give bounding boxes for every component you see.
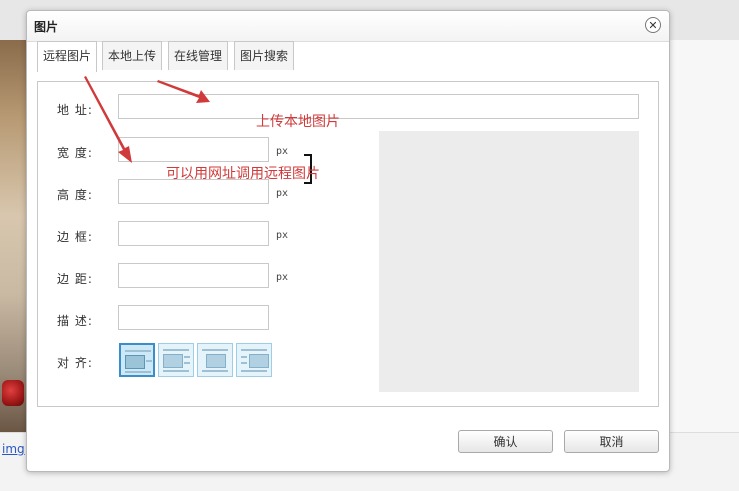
address-input[interactable] xyxy=(118,94,639,119)
tab-remote-image[interactable]: 远程图片 xyxy=(37,41,98,72)
tab-image-search[interactable]: 图片搜索 xyxy=(234,41,295,70)
dialog-title: 图片 xyxy=(34,20,59,34)
width-input[interactable] xyxy=(118,137,269,162)
border-unit: px xyxy=(276,230,289,241)
height-label: 高 度: xyxy=(57,188,93,202)
image-preview xyxy=(379,131,639,392)
tab-local-upload[interactable]: 本地上传 xyxy=(102,41,163,70)
cancel-button[interactable]: 取消 xyxy=(564,430,659,453)
background-img-link[interactable]: img xyxy=(2,442,25,456)
width-unit: px xyxy=(276,146,289,157)
margin-label: 边 距: xyxy=(57,272,93,286)
close-icon: ✕ xyxy=(648,18,658,32)
tab-online-manage[interactable]: 在线管理 xyxy=(168,41,229,70)
border-input[interactable] xyxy=(118,221,269,246)
close-button[interactable]: ✕ xyxy=(645,17,661,33)
margin-input[interactable] xyxy=(118,263,269,288)
width-label: 宽 度: xyxy=(57,146,93,160)
address-label: 地 址: xyxy=(57,103,93,117)
align-label: 对 齐: xyxy=(57,356,93,370)
dialog-header: 图片 ✕ xyxy=(27,11,669,42)
description-label: 描 述: xyxy=(57,314,93,328)
align-left-button[interactable] xyxy=(158,343,194,377)
ok-button[interactable]: 确认 xyxy=(458,430,553,453)
background-image xyxy=(0,40,28,432)
margin-unit: px xyxy=(276,272,289,283)
annotation-upload-local: 上传本地图片 xyxy=(256,114,340,130)
align-center-button[interactable] xyxy=(197,343,233,377)
align-right-button[interactable] xyxy=(236,343,272,377)
background-ornament xyxy=(2,380,24,406)
align-none-button[interactable] xyxy=(119,343,155,377)
height-unit: px xyxy=(276,188,289,199)
description-input[interactable] xyxy=(118,305,269,330)
border-label: 边 框: xyxy=(57,230,93,244)
annotation-remote-url: 可以用网址调用远程图片 xyxy=(166,166,320,182)
background-right-area xyxy=(670,40,739,432)
